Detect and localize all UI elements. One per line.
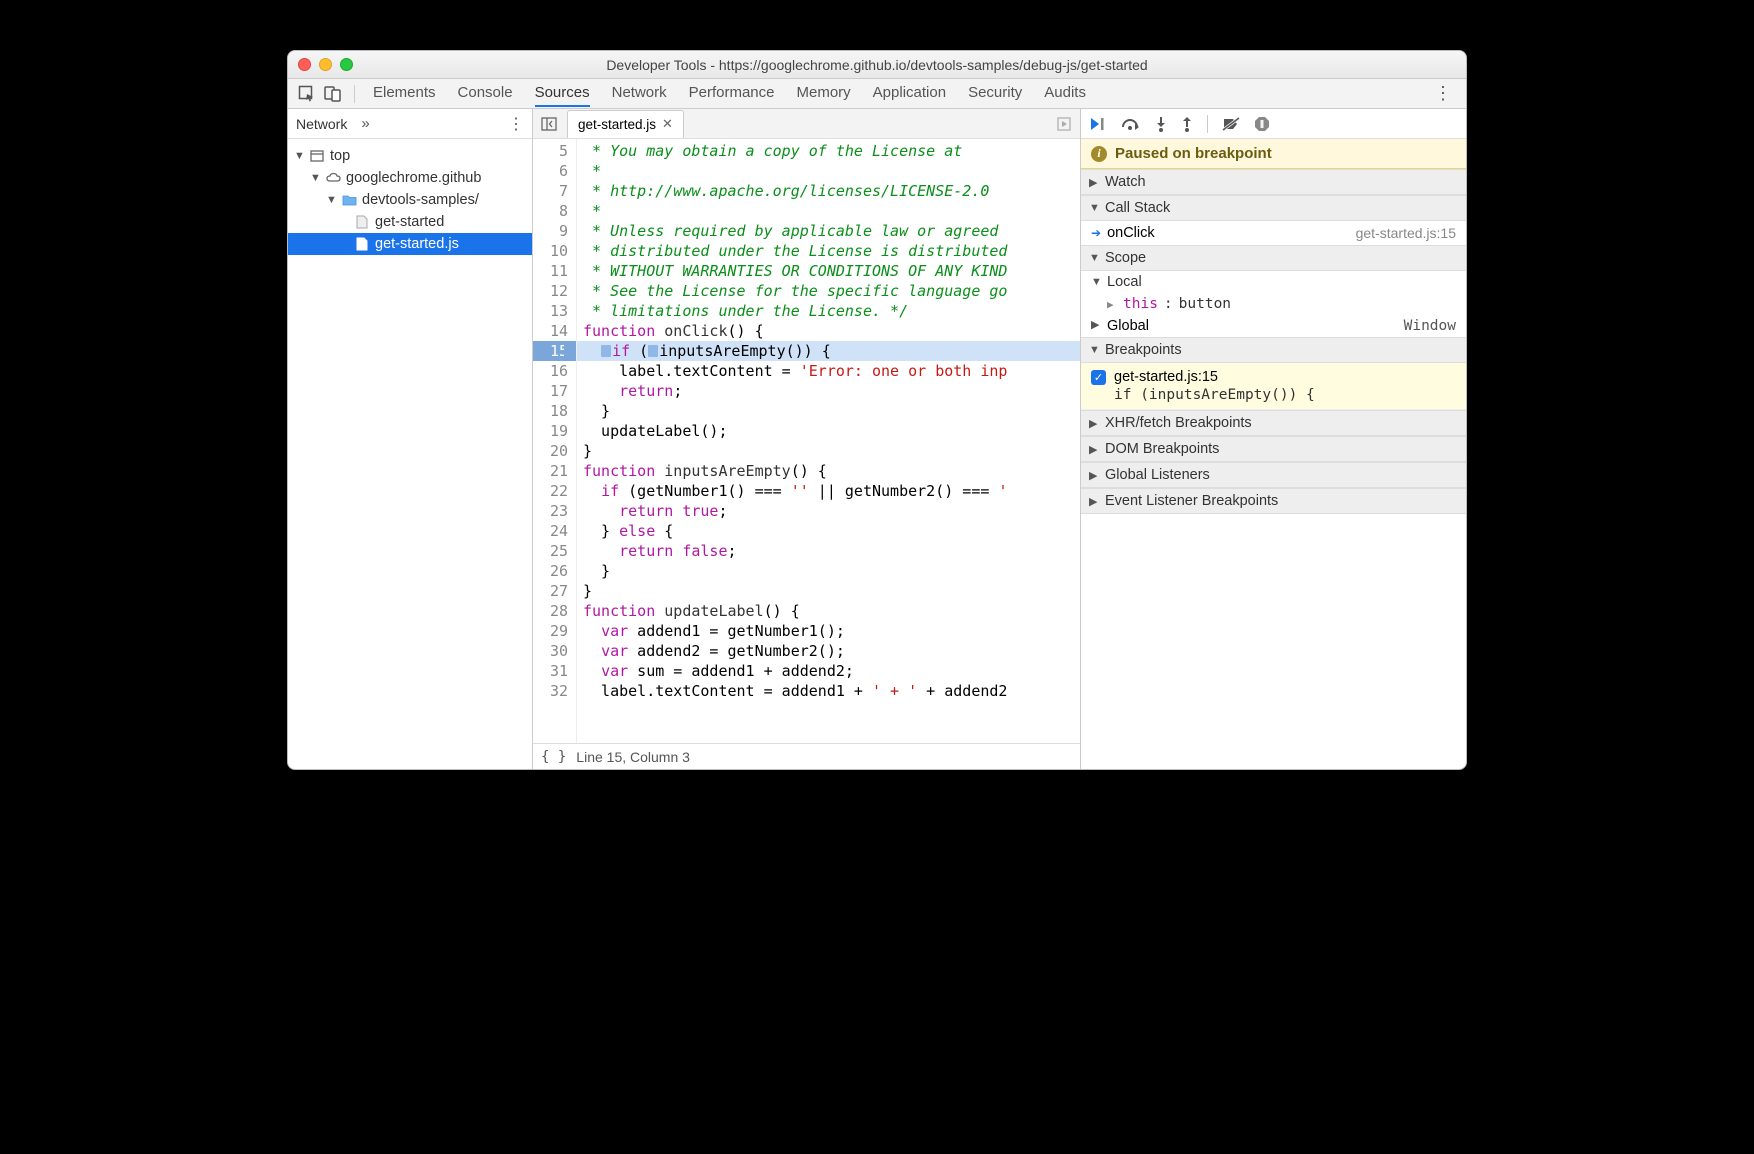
window-title: Developer Tools - https://googlechrome.g… bbox=[288, 57, 1466, 73]
section-callstack[interactable]: ▼Call Stack bbox=[1081, 195, 1466, 221]
main-toolbar: Elements Console Sources Network Perform… bbox=[288, 79, 1466, 109]
callstack-frame[interactable]: ➔ onClick get-started.js:15 bbox=[1081, 221, 1466, 245]
tab-audits[interactable]: Audits bbox=[1044, 80, 1086, 107]
toolbar-separator bbox=[1207, 115, 1208, 133]
panels: Network » ⋮ ▼ top ▼ googlechrome.github … bbox=[288, 109, 1466, 769]
section-xhr-breakpoints[interactable]: ▶XHR/fetch Breakpoints bbox=[1081, 410, 1466, 436]
pause-on-exceptions-button[interactable] bbox=[1254, 116, 1270, 132]
tab-network[interactable]: Network bbox=[612, 80, 667, 107]
tree-label: top bbox=[330, 148, 350, 164]
editor-tab-label: get-started.js bbox=[578, 117, 656, 132]
editor-tab[interactable]: get-started.js ✕ bbox=[567, 110, 684, 138]
tab-application[interactable]: Application bbox=[873, 80, 946, 107]
zoom-window-button[interactable] bbox=[340, 58, 353, 71]
show-navigator-icon[interactable] bbox=[537, 112, 561, 136]
navigator-sidebar: Network » ⋮ ▼ top ▼ googlechrome.github … bbox=[288, 109, 533, 769]
debugger-sidebar: i Paused on breakpoint ▶Watch ▼Call Stac… bbox=[1081, 109, 1466, 769]
scope-global[interactable]: ▶GlobalWindow bbox=[1081, 315, 1466, 337]
tree-label: get-started.js bbox=[375, 236, 459, 252]
breakpoint-checkbox[interactable]: ✓ bbox=[1091, 370, 1106, 385]
step-out-button[interactable] bbox=[1181, 116, 1193, 132]
section-watch[interactable]: ▶Watch bbox=[1081, 169, 1466, 195]
titlebar: Developer Tools - https://googlechrome.g… bbox=[288, 51, 1466, 79]
traffic-lights bbox=[298, 58, 353, 71]
inspect-element-icon[interactable] bbox=[296, 83, 318, 105]
cloud-icon bbox=[325, 170, 341, 186]
scope-this[interactable]: ▶this: button bbox=[1081, 293, 1466, 315]
frame-icon bbox=[309, 148, 325, 164]
tree-label: googlechrome.github bbox=[346, 170, 481, 186]
navigator-tabs-more-icon[interactable]: » bbox=[361, 115, 369, 132]
tree-label: get-started bbox=[375, 214, 444, 230]
deactivate-breakpoints-button[interactable] bbox=[1222, 117, 1240, 131]
settings-menu-icon[interactable]: ⋮ bbox=[1428, 83, 1458, 104]
navigator-menu-icon[interactable]: ⋮ bbox=[508, 114, 524, 134]
file-icon bbox=[354, 236, 370, 252]
info-icon: i bbox=[1091, 146, 1107, 162]
tree-domain[interactable]: ▼ googlechrome.github bbox=[288, 167, 532, 189]
tree-top-frame[interactable]: ▼ top bbox=[288, 145, 532, 167]
minimize-window-button[interactable] bbox=[319, 58, 332, 71]
tree-folder[interactable]: ▼ devtools-samples/ bbox=[288, 189, 532, 211]
scope-local[interactable]: ▼Local bbox=[1081, 271, 1466, 293]
close-tab-icon[interactable]: ✕ bbox=[662, 116, 673, 132]
tab-memory[interactable]: Memory bbox=[797, 80, 851, 107]
frame-location: get-started.js:15 bbox=[1356, 225, 1456, 241]
section-global-listeners[interactable]: ▶Global Listeners bbox=[1081, 462, 1466, 488]
cursor-position: Line 15, Column 3 bbox=[576, 749, 690, 765]
file-icon bbox=[354, 214, 370, 230]
tab-elements[interactable]: Elements bbox=[373, 80, 436, 107]
run-snippet-icon[interactable] bbox=[1052, 112, 1076, 136]
devtools-window: Developer Tools - https://googlechrome.g… bbox=[287, 50, 1467, 770]
section-event-listener-breakpoints[interactable]: ▶Event Listener Breakpoints bbox=[1081, 488, 1466, 514]
editor-tabbar: get-started.js ✕ bbox=[533, 109, 1080, 139]
tree-file-html[interactable]: get-started bbox=[288, 211, 532, 233]
resume-button[interactable] bbox=[1089, 116, 1107, 132]
breakpoint-code: if (inputsAreEmpty()) { bbox=[1091, 387, 1456, 403]
navigator-tab-network[interactable]: Network bbox=[296, 116, 347, 132]
code-area[interactable]: 5678910111213141516171819202122232425262… bbox=[533, 139, 1080, 743]
tree-file-js[interactable]: get-started.js bbox=[288, 233, 532, 255]
toolbar-separator bbox=[354, 85, 355, 103]
device-toggle-icon[interactable] bbox=[322, 83, 344, 105]
step-over-button[interactable] bbox=[1121, 117, 1141, 131]
folder-icon bbox=[341, 192, 357, 208]
breakpoint-label: get-started.js:15 bbox=[1114, 369, 1218, 385]
section-dom-breakpoints[interactable]: ▶DOM Breakpoints bbox=[1081, 436, 1466, 462]
paused-banner: i Paused on breakpoint bbox=[1081, 139, 1466, 169]
frame-function: onClick bbox=[1107, 225, 1155, 241]
section-scope[interactable]: ▼Scope bbox=[1081, 245, 1466, 271]
code-editor: get-started.js ✕ 56789101112131415161718… bbox=[533, 109, 1081, 769]
close-window-button[interactable] bbox=[298, 58, 311, 71]
tree-label: devtools-samples/ bbox=[362, 192, 479, 208]
file-tree: ▼ top ▼ googlechrome.github ▼ devtools-s… bbox=[288, 139, 532, 261]
tab-sources[interactable]: Sources bbox=[535, 80, 590, 107]
debugger-toolbar bbox=[1081, 109, 1466, 139]
breakpoint-item[interactable]: ✓ get-started.js:15 if (inputsAreEmpty()… bbox=[1081, 363, 1466, 410]
current-frame-icon: ➔ bbox=[1091, 226, 1101, 240]
paused-text: Paused on breakpoint bbox=[1115, 145, 1272, 162]
panel-tabs: Elements Console Sources Network Perform… bbox=[373, 80, 1424, 107]
code-lines[interactable]: * You may obtain a copy of the License a… bbox=[577, 139, 1080, 743]
editor-statusbar: { } Line 15, Column 3 bbox=[533, 743, 1080, 769]
navigator-tabbar: Network » ⋮ bbox=[288, 109, 532, 139]
tab-console[interactable]: Console bbox=[458, 80, 513, 107]
tab-performance[interactable]: Performance bbox=[689, 80, 775, 107]
line-gutter[interactable]: 5678910111213141516171819202122232425262… bbox=[533, 139, 577, 743]
step-into-button[interactable] bbox=[1155, 116, 1167, 132]
tab-security[interactable]: Security bbox=[968, 80, 1022, 107]
braces-icon[interactable]: { } bbox=[541, 749, 566, 765]
section-breakpoints[interactable]: ▼Breakpoints bbox=[1081, 337, 1466, 363]
